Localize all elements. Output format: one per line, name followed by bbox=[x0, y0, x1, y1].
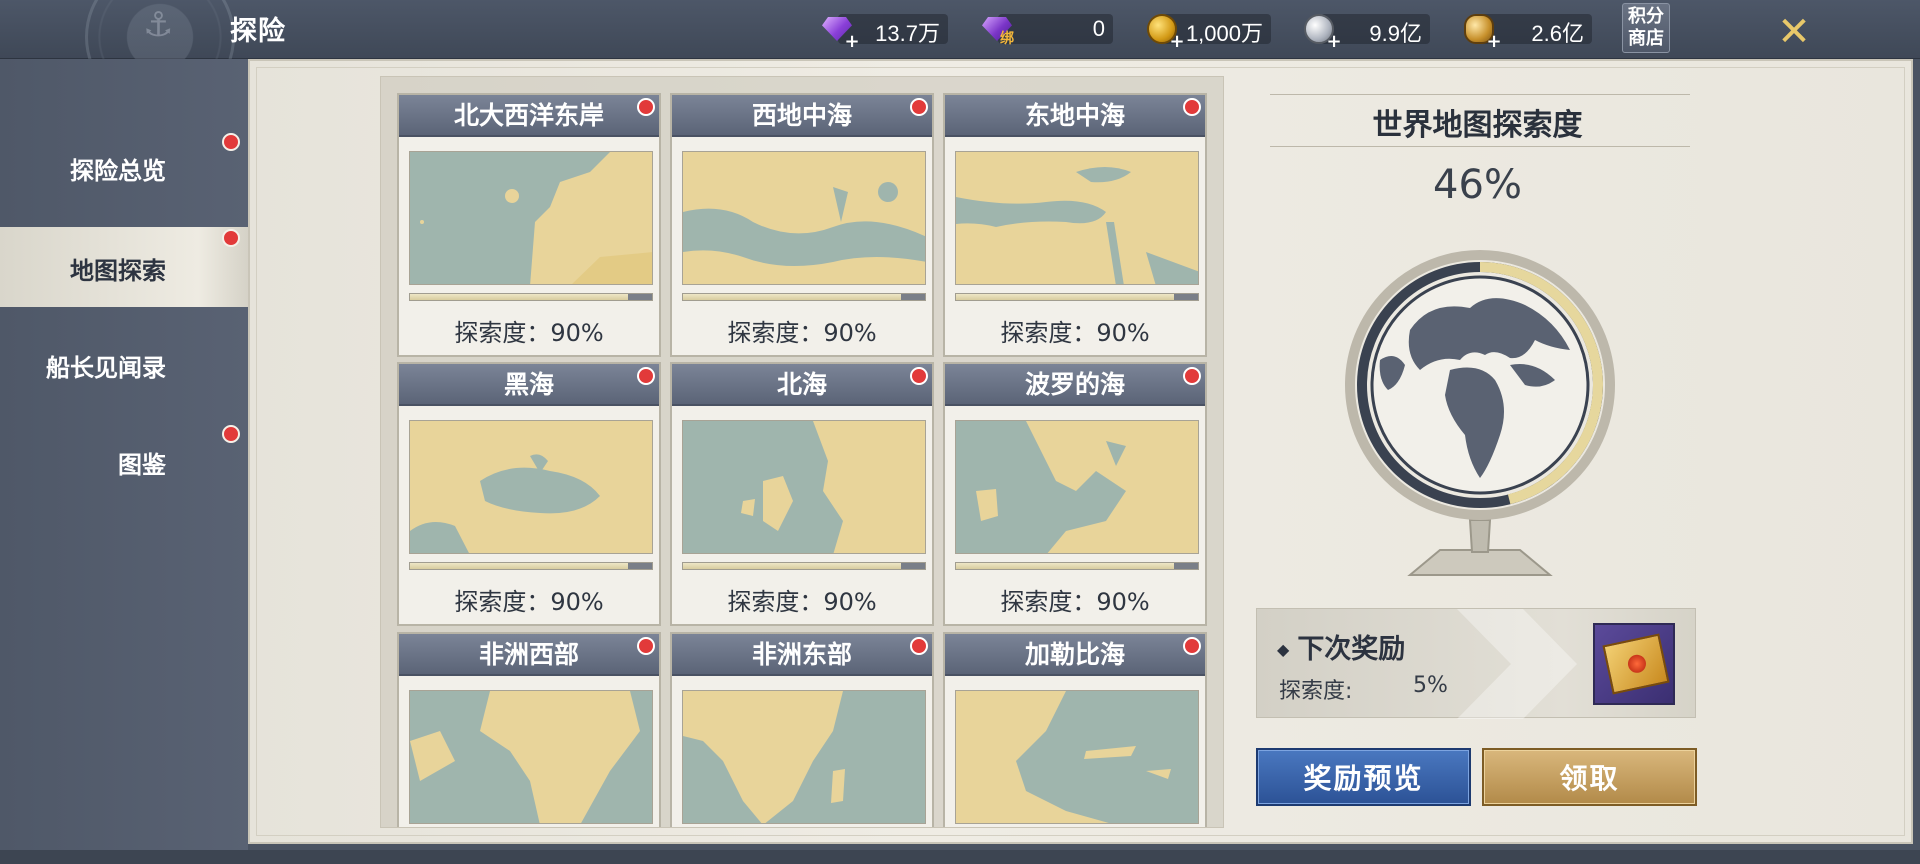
points-shop-button[interactable]: 积分 商店 bbox=[1622, 3, 1670, 53]
region-card[interactable]: 非洲东部 bbox=[670, 632, 934, 827]
notification-dot bbox=[637, 367, 655, 385]
notification-dot bbox=[222, 425, 240, 443]
currency-copper[interactable]: + 2.6亿 bbox=[1460, 12, 1592, 51]
gold-coin-icon: + bbox=[1143, 12, 1185, 51]
exploration-progress-bar bbox=[682, 562, 926, 570]
notification-dot bbox=[1183, 98, 1201, 116]
notification-dot bbox=[222, 229, 240, 247]
reward-preview-button[interactable]: 奖励预览 bbox=[1256, 748, 1471, 806]
region-card[interactable]: 西地中海 探索度：90% bbox=[670, 93, 934, 357]
region-map-image bbox=[682, 690, 926, 824]
sidebar-item-captain-journal[interactable]: 船长见闻录 bbox=[0, 324, 248, 404]
close-x-icon[interactable]: ✕ bbox=[1772, 10, 1816, 54]
region-map-image bbox=[955, 151, 1199, 285]
bound-purple-gem-icon: 绑 bbox=[978, 12, 1016, 47]
region-map-image bbox=[955, 420, 1199, 554]
currency-gem[interactable]: + 13.7万 bbox=[818, 12, 948, 51]
region-map-image bbox=[409, 420, 653, 554]
next-reward-title: ◆ 下次奖励 bbox=[1277, 634, 1406, 665]
exploration-progress-bar bbox=[682, 293, 926, 301]
reward-item-slot[interactable] bbox=[1593, 623, 1675, 705]
region-card[interactable]: 北海 探索度：90% bbox=[670, 362, 934, 626]
bottom-strip bbox=[0, 850, 1920, 864]
sidebar-item-map-explore[interactable]: 地图探索 bbox=[0, 227, 248, 307]
region-card[interactable]: 加勒比海 bbox=[943, 632, 1207, 827]
region-grid[interactable]: 北大西洋东岸 探索度：90% 西地中海 探索度：90% 东地中海 探索度：90%… bbox=[380, 76, 1224, 828]
sidebar: 探险总览 地图探索 船长见闻录 图鉴 bbox=[0, 59, 248, 850]
currency-bound-gem[interactable]: 绑 0 bbox=[978, 12, 1113, 47]
exploration-progress-bar bbox=[409, 562, 653, 570]
world-exploration-percent: 46% bbox=[1433, 162, 1522, 208]
region-card[interactable]: 非洲西部 bbox=[397, 632, 661, 827]
sidebar-item-overview[interactable]: 探险总览 bbox=[0, 127, 248, 207]
page-title: 探险 bbox=[230, 16, 286, 47]
diamond-bullet-icon: ◆ bbox=[1277, 640, 1290, 659]
notification-dot bbox=[1183, 637, 1201, 655]
notification-dot bbox=[1183, 367, 1201, 385]
globe-icon bbox=[1320, 230, 1640, 590]
reward-progress-value: 5% bbox=[1413, 673, 1448, 698]
notification-dot bbox=[637, 98, 655, 116]
region-card[interactable]: 东地中海 探索度：90% bbox=[943, 93, 1207, 357]
region-map-image bbox=[409, 151, 653, 285]
notification-dot bbox=[910, 637, 928, 655]
region-map-image bbox=[955, 690, 1199, 824]
sidebar-item-codex[interactable]: 图鉴 bbox=[0, 421, 248, 501]
notification-dot bbox=[222, 133, 240, 151]
region-map-image bbox=[682, 151, 926, 285]
region-map-image bbox=[409, 690, 653, 824]
currency-gold[interactable]: + 1,000万 bbox=[1143, 12, 1271, 51]
region-card[interactable]: 北大西洋东岸 探索度：90% bbox=[397, 93, 661, 357]
copper-coin-icon: + bbox=[1460, 12, 1502, 51]
region-card[interactable]: 波罗的海 探索度：90% bbox=[943, 362, 1207, 626]
region-map-image bbox=[682, 420, 926, 554]
notification-dot bbox=[910, 367, 928, 385]
exploration-progress-bar bbox=[409, 293, 653, 301]
currency-silver[interactable]: + 9.9亿 bbox=[1300, 12, 1430, 51]
exploration-progress-bar bbox=[955, 562, 1199, 570]
notification-dot bbox=[910, 98, 928, 116]
purple-gem-icon: + bbox=[818, 12, 860, 51]
next-reward-panel: ◆ 下次奖励 探索度: 5% bbox=[1256, 608, 1696, 719]
silver-coin-icon: + bbox=[1300, 12, 1342, 51]
claim-button[interactable]: 领取 bbox=[1482, 748, 1697, 806]
region-card[interactable]: 黑海 探索度：90% bbox=[397, 362, 661, 626]
sealed-envelope-icon bbox=[1602, 633, 1670, 695]
notification-dot bbox=[637, 637, 655, 655]
reward-progress-label: 探索度: bbox=[1279, 679, 1353, 704]
world-exploration-title: 世界地图探索度 bbox=[1372, 108, 1583, 143]
exploration-progress-bar bbox=[955, 293, 1199, 301]
top-bar: 探险 + 13.7万 绑 0 + 1,000万 + 9.9亿 + 2.6亿 积分… bbox=[0, 0, 1920, 112]
